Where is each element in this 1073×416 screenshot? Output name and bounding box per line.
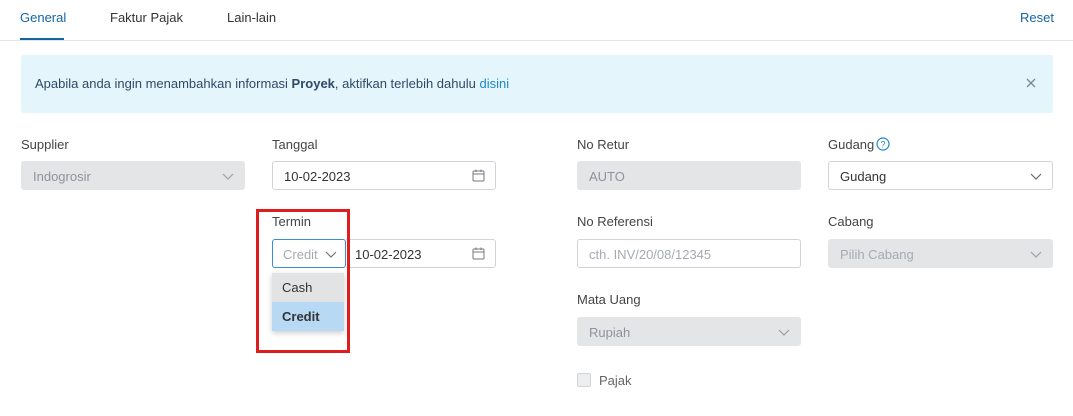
no-referensi-input[interactable]: cth. INV/20/08/12345: [577, 239, 801, 268]
supplier-value: Indogrosir: [33, 169, 91, 184]
pajak-checkbox[interactable]: [577, 373, 591, 387]
termin-date-value: 10-02-2023: [355, 247, 422, 262]
alert-bold-proyek: Proyek: [291, 76, 335, 91]
chevron-down-icon: [1030, 173, 1042, 180]
tab-faktur-pajak[interactable]: Faktur Pajak: [110, 10, 183, 25]
supplier-select[interactable]: Indogrosir: [21, 161, 245, 190]
highlight-box: [256, 209, 350, 353]
termin-due-date-field[interactable]: 10-02-2023: [346, 239, 496, 268]
no-referensi-label: No Referensi: [577, 214, 653, 229]
alert-message: Apabila anda ingin menambahkan informasi…: [35, 76, 509, 91]
tab-bar: General Faktur Pajak Lain-lain Reset: [0, 0, 1073, 41]
cabang-select[interactable]: Pilih Cabang: [828, 239, 1053, 268]
cabang-placeholder: Pilih Cabang: [840, 247, 914, 262]
chevron-down-icon: [1030, 251, 1042, 258]
cabang-label: Cabang: [828, 214, 874, 229]
no-retur-field: AUTO: [577, 161, 801, 190]
tanggal-date-field[interactable]: 10-02-2023: [272, 161, 496, 190]
svg-text:?: ?: [880, 140, 885, 150]
no-retur-value: AUTO: [589, 169, 625, 184]
help-icon[interactable]: ?: [876, 137, 890, 151]
mata-uang-label: Mata Uang: [577, 292, 641, 307]
info-alert: Apabila anda ingin menambahkan informasi…: [21, 55, 1053, 113]
calendar-icon[interactable]: [472, 169, 485, 182]
no-referensi-placeholder: cth. INV/20/08/12345: [589, 247, 712, 262]
chevron-down-icon: [222, 173, 234, 180]
tanggal-label: Tanggal: [272, 137, 318, 152]
gudang-value: Gudang: [840, 169, 887, 184]
no-retur-label: No Retur: [577, 137, 630, 152]
close-icon[interactable]: [1023, 75, 1039, 91]
tab-general[interactable]: General: [20, 10, 66, 25]
alert-link-disini[interactable]: disini: [479, 76, 509, 91]
alert-text-before: Apabila anda ingin menambahkan informasi: [35, 76, 292, 91]
active-tab-indicator: [20, 38, 64, 40]
calendar-icon[interactable]: [472, 247, 485, 260]
gudang-select[interactable]: Gudang: [828, 161, 1053, 190]
mata-uang-select[interactable]: Rupiah: [577, 317, 801, 346]
tab-lain-lain[interactable]: Lain-lain: [227, 10, 276, 25]
gudang-label: Gudang: [828, 137, 875, 152]
reset-button[interactable]: Reset: [1020, 10, 1054, 25]
chevron-down-icon: [778, 329, 790, 336]
alert-text-middle: , aktifkan terlebih dahulu: [334, 76, 480, 91]
pajak-label: Pajak: [599, 373, 632, 388]
supplier-label: Supplier: [21, 137, 69, 152]
mata-uang-value: Rupiah: [589, 325, 631, 340]
tanggal-value: 10-02-2023: [284, 169, 351, 184]
